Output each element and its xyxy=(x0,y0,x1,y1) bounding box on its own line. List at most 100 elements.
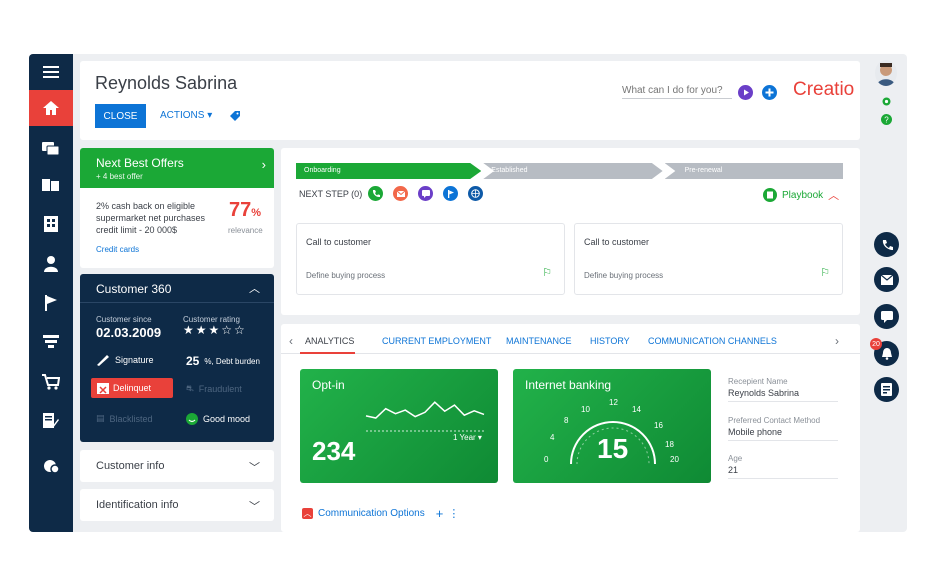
field-value: 21 xyxy=(728,465,739,475)
stage-established[interactable]: Established xyxy=(483,163,663,179)
calendar-x-icon xyxy=(97,383,109,394)
document-edit-icon[interactable] xyxy=(29,403,73,439)
help-icon[interactable]: ? xyxy=(881,112,892,130)
blacklisted-row: ▤ Blacklisted xyxy=(96,413,153,424)
chevron-up-icon[interactable]: ︿ xyxy=(249,280,260,296)
menu-icon[interactable] xyxy=(29,54,73,90)
user-icon[interactable] xyxy=(29,246,73,282)
phone-icon[interactable] xyxy=(874,232,899,257)
avatar[interactable] xyxy=(875,60,897,86)
offer-relevance-label: relevance xyxy=(228,226,263,235)
funnel-icon[interactable] xyxy=(29,324,73,360)
add-icon[interactable] xyxy=(762,85,777,105)
opt-in-widget[interactable]: Opt-in 234 1 Year ▾ xyxy=(300,369,498,483)
task-flag-icon[interactable] xyxy=(443,186,458,201)
chevron-up-icon[interactable]: ︿ xyxy=(828,187,839,203)
identification-info-section[interactable]: Identification info ﹀ xyxy=(80,489,274,521)
flag-outline-icon[interactable]: ⚐ xyxy=(820,266,830,279)
playbook-button[interactable]: Playbook ︿ xyxy=(763,187,839,203)
mood-label: Good mood xyxy=(203,414,251,424)
customer-info-section[interactable]: Customer info ﹀ xyxy=(80,450,274,482)
internet-banking-widget[interactable]: Internet banking 0 4 8 10 12 14 16 18 20… xyxy=(513,369,711,483)
signature-label: Signature xyxy=(115,355,154,365)
flag-icon[interactable] xyxy=(29,285,73,321)
email-icon[interactable] xyxy=(393,186,408,201)
communication-options-section[interactable]: ︿ Communication Options + ⋮ xyxy=(302,506,459,521)
next-best-offers-card: Next Best Offers + 4 best offer › 2% cas… xyxy=(80,148,274,268)
notifications-count-badge: 20 xyxy=(870,338,882,350)
preferred-contact-method-field[interactable]: Preferred Contact Method Mobile phone xyxy=(728,416,838,441)
actions-menu-button[interactable]: ACTIONS ▾ xyxy=(160,110,212,121)
age-field[interactable]: Age 21 xyxy=(728,454,838,479)
credit-cards-link[interactable]: Credit cards xyxy=(96,245,139,254)
gauge-tick-label: 14 xyxy=(632,405,641,414)
task-title: Call to customer xyxy=(584,237,650,247)
gauge-tick-label: 4 xyxy=(550,433,555,442)
offers-subtitle: + 4 best offer xyxy=(96,172,143,181)
gauge-tick-label: 20 xyxy=(670,455,679,464)
app-window: Reynolds Sabrina CLOSE ACTIONS ▾ Creatio… xyxy=(29,54,907,532)
svg-text:?: ? xyxy=(884,116,889,125)
tab-communication-channels[interactable]: COMMUNICATION CHANNELS xyxy=(648,336,777,346)
offers-header[interactable]: Next Best Offers + 4 best offer › xyxy=(80,148,274,188)
email-icon[interactable] xyxy=(874,267,899,292)
contacts-icon[interactable] xyxy=(29,167,73,203)
fraudulent-row: ⛐ Fraudulent xyxy=(186,383,242,395)
globe-icon[interactable] xyxy=(468,186,483,201)
task-card[interactable]: Call to customer Define buying process ⚐ xyxy=(574,223,843,295)
record-header: Reynolds Sabrina CLOSE ACTIONS ▾ Creatio xyxy=(80,61,860,140)
accounts-icon[interactable] xyxy=(29,206,73,242)
chevron-down-icon[interactable]: ﹀ xyxy=(249,498,260,514)
settings-icon[interactable] xyxy=(881,94,892,112)
feed-icon[interactable] xyxy=(874,377,899,402)
customer-since-label: Customer since xyxy=(96,315,152,324)
tab-current-employment[interactable]: CURRENT EMPLOYMENT xyxy=(382,336,491,346)
signature-icon xyxy=(97,355,109,366)
play-icon[interactable] xyxy=(738,85,753,105)
task-card[interactable]: Call to customer Define buying process ⚐ xyxy=(296,223,565,295)
offers-title: Next Best Offers xyxy=(96,156,184,170)
playbook-label: Playbook xyxy=(782,189,824,201)
chat-bubble-icon[interactable] xyxy=(874,304,899,329)
search-input[interactable] xyxy=(622,83,732,99)
stage-onboarding[interactable]: Onboarding xyxy=(296,163,482,179)
chevron-right-icon[interactable]: › xyxy=(835,334,839,348)
close-button[interactable]: CLOSE xyxy=(95,104,146,128)
page-title: Reynolds Sabrina xyxy=(95,73,238,93)
customer-rating-stars: ★★★☆☆ xyxy=(183,323,247,337)
stage-bar: Onboarding Established Pre-renewal xyxy=(296,163,843,179)
call-icon[interactable] xyxy=(368,186,383,201)
gauge-tick-label: 8 xyxy=(564,416,569,425)
home-icon[interactable] xyxy=(29,90,73,126)
collapse-icon[interactable]: ︿ xyxy=(302,508,313,519)
chevron-left-icon[interactable]: ‹ xyxy=(289,334,293,348)
gauge-arc xyxy=(570,421,656,465)
ai-insights-icon[interactable] xyxy=(29,448,73,484)
flag-outline-icon[interactable]: ⚐ xyxy=(542,266,552,279)
more-options-icon[interactable]: ⋮ xyxy=(448,507,459,520)
add-icon[interactable]: + xyxy=(436,506,444,521)
recipient-name-field[interactable]: Recepient Name Reynolds Sabrina xyxy=(728,377,838,402)
gauge-tick-label: 0 xyxy=(544,455,549,464)
incognito-icon: ⛐ xyxy=(186,383,194,393)
period-dropdown[interactable]: 1 Year ▾ xyxy=(453,433,482,442)
tab-history[interactable]: HISTORY xyxy=(590,336,630,346)
stage-pre-renewal[interactable]: Pre-renewal xyxy=(664,163,843,179)
gauge-tick-label: 10 xyxy=(581,405,590,414)
chevron-down-icon[interactable]: ﹀ xyxy=(249,459,260,475)
field-value: Mobile phone xyxy=(728,427,783,437)
chat-icon[interactable] xyxy=(29,131,73,167)
tag-icon[interactable] xyxy=(229,109,241,127)
tab-maintenance[interactable]: MAINTENANCE xyxy=(506,336,572,346)
cart-icon[interactable] xyxy=(29,364,73,400)
field-label: Preferred Contact Method xyxy=(728,416,821,425)
offer-percent-unit: % xyxy=(251,207,262,219)
message-icon[interactable] xyxy=(418,186,433,201)
creatio-logo: Creatio xyxy=(793,79,855,100)
tab-analytics[interactable]: ANALYTICS xyxy=(305,336,354,346)
tab-bar: ‹ ANALYTICS CURRENT EMPLOYMENT MAINTENAN… xyxy=(281,332,860,354)
chevron-right-icon[interactable]: › xyxy=(262,157,266,172)
gauge-tick-label: 12 xyxy=(609,398,618,407)
debt-burden-row: 25 %, Debt burden xyxy=(186,354,260,368)
delinquet-badge: Delinquet xyxy=(91,378,173,398)
